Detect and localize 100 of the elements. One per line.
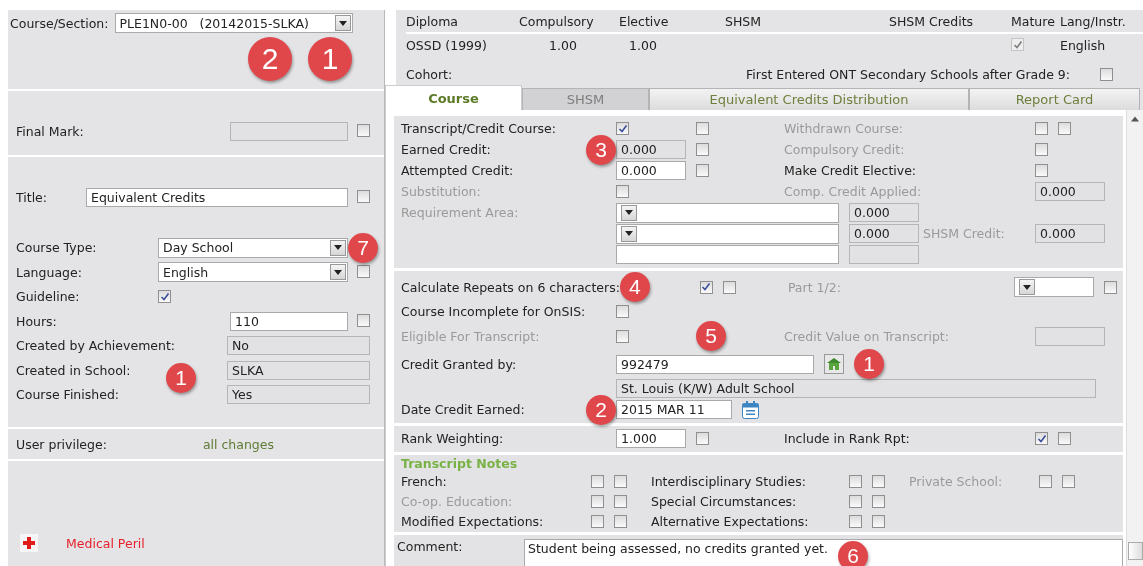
checkbox[interactable] (1035, 432, 1048, 445)
dropdown[interactable]: Day School (158, 237, 348, 258)
checkbox[interactable] (699, 280, 713, 294)
checkbox[interactable] (696, 164, 709, 177)
field-label: Transcript/Credit Course: (401, 121, 556, 136)
field-label: Course/Section: (10, 15, 109, 31)
checkbox[interactable] (158, 290, 171, 304)
field-label: French: (401, 473, 448, 489)
field-label: Alternative Expectations: (651, 513, 810, 529)
readonly-field (849, 245, 919, 264)
text-field[interactable]: 0.000 (616, 161, 686, 180)
checkbox[interactable] (1035, 143, 1048, 156)
field-label: Title: (16, 189, 48, 205)
callout-badge: 1 (308, 37, 352, 81)
checkbox[interactable] (1035, 122, 1048, 135)
checkbox[interactable] (614, 514, 627, 528)
caret-icon[interactable] (621, 225, 637, 242)
readonly-field: Yes (227, 385, 370, 405)
text-field[interactable]: 2015 MAR 11 (616, 400, 732, 419)
caret-icon[interactable] (330, 264, 346, 281)
checkbox[interactable] (872, 514, 885, 528)
column-header: Mature (1011, 13, 1056, 29)
text-field[interactable]: Equivalent Credits (86, 187, 348, 207)
caret-icon[interactable] (1019, 279, 1035, 295)
caret-icon[interactable] (334, 15, 351, 31)
field-label: Final Mark: (16, 123, 85, 139)
medical-peril-label: Medical Peril (66, 535, 145, 551)
tab[interactable]: Course (385, 85, 522, 110)
checkbox[interactable] (1058, 432, 1071, 445)
field-label: Modified Expectations: (401, 513, 545, 529)
field-label: Requirement Area: (401, 205, 519, 220)
callout-badge: 3 (586, 134, 616, 165)
checkbox[interactable] (849, 494, 862, 508)
checkbox[interactable] (616, 185, 629, 198)
comment-field[interactable]: Student being assessed, no credits granted yet. 6 (524, 539, 1123, 566)
column-header: Lang/Instr. (1060, 13, 1127, 29)
checkbox[interactable] (1104, 280, 1117, 294)
dropdown[interactable]: PLE1N0-00 (20142015-SLKA) (114, 13, 353, 33)
checkbox[interactable] (696, 122, 709, 135)
checkbox[interactable] (722, 280, 736, 294)
text-field[interactable] (616, 245, 839, 264)
field-label: Include in Rank Rpt: (784, 431, 910, 446)
medical-cross-icon (20, 534, 38, 552)
tab[interactable]: Report Card (969, 88, 1140, 110)
checkbox[interactable] (357, 264, 370, 278)
checkbox[interactable] (872, 494, 885, 508)
checkbox[interactable] (357, 123, 370, 137)
caret-icon[interactable] (330, 239, 346, 256)
callout-badge: 1 (166, 362, 196, 393)
readonly-field: 0.000 (849, 203, 919, 222)
field-label: Special Circumstances: (651, 493, 798, 509)
checkbox[interactable] (614, 474, 627, 488)
school-icon[interactable] (824, 354, 844, 374)
field-label: Rank Weighting: (401, 431, 504, 446)
field-label: Calculate Repeats on 6 characters: (401, 279, 620, 295)
calendar-icon[interactable] (742, 400, 759, 419)
scrollbar[interactable] (1126, 110, 1143, 566)
checkbox[interactable] (591, 474, 604, 488)
column-header: Diploma (406, 13, 459, 29)
checkbox[interactable] (616, 305, 629, 318)
text-field[interactable]: 110 (230, 311, 348, 331)
checkbox[interactable] (696, 143, 709, 156)
checkbox[interactable] (1058, 122, 1071, 135)
checkbox[interactable] (357, 189, 370, 203)
checkbox[interactable] (849, 514, 862, 528)
tab[interactable]: Equivalent Credits Distribution (649, 88, 969, 110)
checkbox[interactable] (1100, 67, 1113, 81)
field-label: Withdrawn Course: (784, 121, 904, 136)
scroll-up-icon[interactable] (1131, 114, 1139, 124)
field-label: Compulsory Credit: (784, 142, 905, 157)
field-label: Attempted Credit: (401, 163, 514, 178)
readonly-field: 0.000 (849, 224, 919, 243)
checkbox[interactable] (872, 474, 885, 488)
field-label: Part 1/2: (787, 279, 841, 295)
readonly-field: 0.000 (1035, 224, 1105, 243)
field-label: Cohort: (406, 66, 453, 82)
readonly-field: SLKA (227, 360, 370, 380)
caret-icon[interactable] (621, 204, 637, 221)
readonly-field: St. Louis (K/W) Adult School (616, 379, 1096, 398)
checkbox[interactable] (357, 313, 370, 327)
privilege-value: all changes (202, 436, 274, 452)
checkbox[interactable] (591, 514, 604, 528)
text-field[interactable]: 992479 (616, 354, 814, 374)
field-label: Created by Achievement: (16, 338, 177, 354)
column-header: Compulsory (519, 13, 595, 29)
checkbox[interactable] (849, 474, 862, 488)
dropdown[interactable]: English (158, 262, 348, 283)
text-field[interactable]: 1.000 (616, 429, 686, 448)
field-label: Interdisciplinary Studies: (651, 473, 807, 489)
scroll-thumb[interactable] (1127, 542, 1143, 560)
column-header: SHSM Credits (889, 13, 975, 29)
checkbox[interactable] (696, 432, 709, 445)
callout-badge: 5 (696, 321, 726, 351)
checkbox[interactable] (616, 122, 629, 135)
checkbox[interactable] (1035, 164, 1048, 177)
field-label: Language: (16, 264, 83, 280)
field-label: First Entered ONT Secondary Schools after Grade 9: (746, 66, 1070, 82)
checkbox[interactable] (616, 329, 629, 343)
field-label: Eligible For Transcript: (401, 328, 540, 344)
field-label: Comment: (397, 539, 464, 556)
